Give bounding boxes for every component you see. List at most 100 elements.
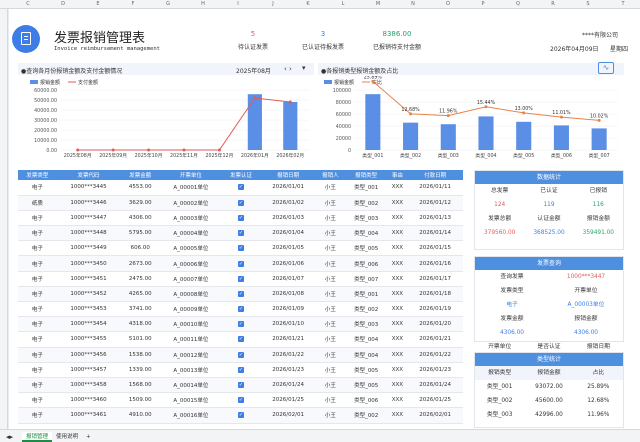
table-cell[interactable]: 1000***3453: [56, 301, 121, 318]
table-row[interactable]: 电子 1000***3460 1509.00 A_00015单位 ✓ 2026/01/25…: [18, 392, 463, 409]
table-cell[interactable]: 类型_004: [344, 225, 388, 242]
table-cell[interactable]: 类型_004: [344, 331, 388, 348]
table-cell[interactable]: 2475.00: [120, 271, 161, 287]
table-cell[interactable]: 1000***3449: [56, 240, 121, 257]
table-cell[interactable]: 4318.00: [120, 316, 161, 333]
table-row[interactable]: 电子 1000***3457 1339.00 A_00013单位 ✓ 2026/01/23…: [18, 362, 463, 378]
table-cell[interactable]: 1568.00: [120, 377, 161, 394]
table-cell[interactable]: 类型_007: [344, 271, 388, 287]
table-cell[interactable]: ✓: [221, 240, 261, 257]
table-cell[interactable]: 电子: [18, 316, 57, 333]
checkbox-checked-icon[interactable]: ✓: [237, 321, 244, 328]
table-cell[interactable]: 类型_005: [344, 377, 388, 394]
table-row[interactable]: 电子 1000***3452 4265.00 A_00008单位 ✓ 2026/01/08…: [18, 286, 463, 303]
table-cell[interactable]: 1000***3457: [56, 362, 121, 378]
table-cell[interactable]: 5795.00: [120, 225, 161, 242]
table-cell[interactable]: A_00005单位: [160, 240, 222, 257]
checkbox-checked-icon[interactable]: ✓: [237, 260, 244, 267]
table-cell[interactable]: 小王: [315, 331, 345, 348]
checkbox-checked-icon[interactable]: ✓: [237, 275, 244, 282]
table-row[interactable]: 电子 1000***3458 1568.00 A_00014单位 ✓ 2026/01/24…: [18, 377, 463, 394]
month-nav-arrows[interactable]: ‹ ›: [284, 65, 292, 73]
table-header-cell[interactable]: 报销人: [315, 170, 345, 180]
table-cell[interactable]: XXX: [387, 240, 408, 257]
table-cell[interactable]: ✓: [221, 407, 261, 424]
table-cell[interactable]: 小王: [315, 180, 345, 196]
checkbox-checked-icon[interactable]: ✓: [237, 397, 244, 404]
tab-instructions[interactable]: 使用说明: [52, 432, 82, 442]
table-cell[interactable]: XXX: [387, 255, 408, 272]
table-cell[interactable]: 类型_005: [344, 240, 388, 257]
table-cell[interactable]: 电子: [18, 347, 57, 363]
table-cell[interactable]: 5101.00: [120, 331, 161, 348]
table-cell[interactable]: A_00001单位: [160, 180, 222, 196]
table-cell[interactable]: XXX: [387, 316, 408, 333]
table-cell[interactable]: 2026/01/21: [407, 331, 463, 348]
table-cell[interactable]: 2026/01/22: [407, 347, 463, 363]
table-cell[interactable]: 类型_003: [344, 210, 388, 227]
table-cell[interactable]: 电子: [18, 331, 57, 348]
table-cell[interactable]: 小王: [315, 407, 345, 424]
table-cell[interactable]: ✓: [221, 392, 261, 409]
table-cell[interactable]: ✓: [221, 362, 261, 378]
table-cell[interactable]: 2026/01/15: [407, 240, 463, 257]
table-cell[interactable]: XXX: [387, 210, 408, 227]
checkbox-checked-icon[interactable]: ✓: [237, 336, 244, 343]
table-cell[interactable]: 2026/01/20: [407, 316, 463, 333]
table-cell[interactable]: 2026/01/05: [260, 240, 316, 257]
table-cell[interactable]: 1538.00: [120, 347, 161, 363]
checkbox-checked-icon[interactable]: ✓: [237, 382, 244, 389]
table-cell[interactable]: 类型_004: [344, 347, 388, 363]
table-cell[interactable]: 2026/01/11: [407, 180, 463, 196]
table-cell[interactable]: 2026/02/01: [260, 407, 316, 424]
table-cell[interactable]: A_00006单位: [160, 255, 222, 272]
table-row[interactable]: 电子 1000***3445 4553.00 A_00001单位 ✓ 2026/01/01…: [18, 180, 463, 196]
table-cell[interactable]: 2026/01/24: [260, 377, 316, 394]
table-cell[interactable]: XXX: [387, 331, 408, 348]
query-input[interactable]: 1000***3447: [549, 270, 623, 284]
table-cell[interactable]: XXX: [387, 301, 408, 318]
checkbox-checked-icon[interactable]: ✓: [237, 412, 244, 419]
checkbox-checked-icon[interactable]: ✓: [237, 214, 244, 221]
table-cell[interactable]: 类型_003: [344, 316, 388, 333]
table-cell[interactable]: 4553.00: [120, 180, 161, 196]
table-cell[interactable]: 1000***3448: [56, 225, 121, 242]
table-cell[interactable]: A_00015单位: [160, 392, 222, 409]
table-cell[interactable]: 2026/01/23: [260, 362, 316, 378]
table-cell[interactable]: 4910.00: [120, 407, 161, 424]
table-row[interactable]: 电子 1000***3449 606.00 A_00005单位 ✓ 2026/01/05 小…: [18, 240, 463, 257]
table-cell[interactable]: ✓: [221, 286, 261, 303]
table-cell[interactable]: 2026/01/23: [407, 362, 463, 378]
month-selector[interactable]: 2025年08月: [236, 66, 271, 75]
table-cell[interactable]: 3741.00: [120, 301, 161, 318]
table-header-cell[interactable]: 发票类型: [18, 170, 57, 180]
table-header-cell[interactable]: 开票单位: [160, 170, 222, 180]
checkbox-checked-icon[interactable]: ✓: [237, 290, 244, 297]
table-cell[interactable]: XXX: [387, 392, 408, 409]
table-cell[interactable]: XXX: [387, 286, 408, 303]
checkbox-checked-icon[interactable]: ✓: [237, 351, 244, 358]
table-cell[interactable]: 2026/01/10: [260, 316, 316, 333]
table-cell[interactable]: 纸质: [18, 195, 57, 211]
table-cell[interactable]: A_00003单位: [160, 210, 222, 227]
table-cell[interactable]: 1000***3455: [56, 331, 121, 348]
table-cell[interactable]: 1000***3445: [56, 180, 121, 196]
table-cell[interactable]: XXX: [387, 377, 408, 394]
table-cell[interactable]: 1000***3456: [56, 347, 121, 363]
table-cell[interactable]: 小王: [315, 271, 345, 287]
table-cell[interactable]: XXX: [387, 362, 408, 378]
table-row[interactable]: 纸质 1000***3446 3629.00 A_00002单位 ✓ 2026/01/02…: [18, 195, 463, 211]
table-cell[interactable]: 类型_002: [344, 195, 388, 211]
table-cell[interactable]: 电子: [18, 286, 57, 303]
table-cell[interactable]: 类型_001: [344, 286, 388, 303]
table-row[interactable]: 电子 1000***3455 5101.00 A_00011单位 ✓ 2026/01/21…: [18, 331, 463, 348]
table-cell[interactable]: XXX: [387, 225, 408, 242]
table-row[interactable]: 电子 1000***3450 2673.00 A_00006单位 ✓ 2026/01/06…: [18, 255, 463, 272]
table-cell[interactable]: 电子: [18, 255, 57, 272]
table-cell[interactable]: XXX: [387, 407, 408, 424]
table-cell[interactable]: A_00007单位: [160, 271, 222, 287]
table-row[interactable]: 电子 1000***3451 2475.00 A_00007单位 ✓ 2026/01/07…: [18, 271, 463, 287]
table-cell[interactable]: 类型_002: [344, 301, 388, 318]
table-cell[interactable]: A_00014单位: [160, 377, 222, 394]
checkbox-checked-icon[interactable]: ✓: [237, 230, 244, 237]
